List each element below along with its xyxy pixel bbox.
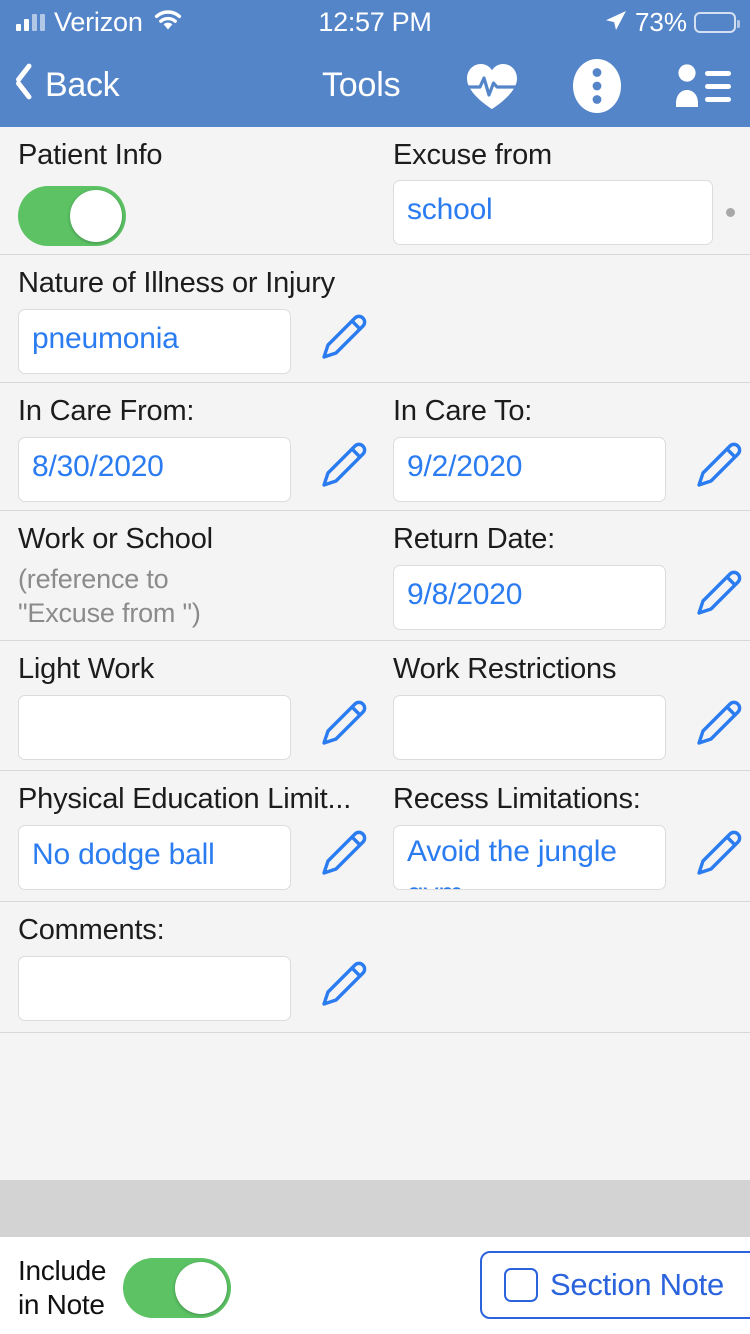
physical-education-label: Physical Education Limit...: [18, 783, 352, 815]
comments-label: Comments:: [18, 914, 165, 946]
excuse-form: Patient Info Excuse from school Nature o…: [0, 127, 750, 1040]
physical-education-edit-pencil-icon[interactable]: [311, 824, 373, 891]
nature-of-illness-label: Nature of Illness or Injury: [18, 267, 335, 299]
bottom-toolbar: Include in Note Section Note: [0, 1237, 750, 1334]
back-button[interactable]: Back: [14, 44, 120, 127]
excuse-from-group: Excuse from school: [393, 139, 735, 245]
in-care-from-label: In Care From:: [18, 395, 195, 427]
physical-education-value: No dodge ball: [32, 838, 215, 871]
more-options-icon[interactable]: [572, 58, 622, 114]
recess-limitations-input[interactable]: Avoid the jungle gym: [393, 825, 666, 890]
battery-icon: [694, 11, 740, 33]
comments-group: Comments:: [18, 914, 373, 1022]
include-in-note-label: Include in Note: [18, 1254, 107, 1322]
nature-of-illness-input[interactable]: pneumonia: [18, 309, 291, 374]
status-bar-right: 73%: [604, 6, 740, 38]
in-care-from-value: 8/30/2020: [32, 450, 164, 483]
bottom-gray-band: [0, 1180, 750, 1237]
return-date-value: 9/8/2020: [407, 578, 523, 611]
work-restrictions-label: Work Restrictions: [393, 653, 617, 685]
page-title: Tools: [322, 66, 401, 104]
excuse-from-indicator-dot: [726, 208, 735, 217]
return-date-edit-pencil-icon[interactable]: [686, 564, 748, 631]
excuse-from-input[interactable]: school: [393, 180, 713, 245]
in-care-from-group: In Care From: 8/30/2020: [18, 395, 373, 503]
section-note-button[interactable]: Section Note: [480, 1251, 750, 1319]
comments-input[interactable]: [18, 956, 291, 1021]
form-row-work-or-school: Work or School (reference to "Excuse fro…: [0, 511, 750, 641]
include-in-note-label-line1: Include: [18, 1255, 107, 1286]
chevron-left-icon: [14, 68, 36, 104]
work-or-school-sub-line1: (reference to: [18, 564, 169, 594]
light-work-input[interactable]: [18, 695, 291, 760]
back-button-label: Back: [45, 66, 120, 104]
nature-of-illness-value: pneumonia: [32, 322, 179, 355]
battery-percent-label: 73%: [634, 6, 687, 37]
toggle-knob: [70, 190, 122, 242]
physical-education-group: Physical Education Limit... No dodge bal…: [18, 783, 388, 891]
excuse-from-value: school: [407, 193, 493, 226]
in-care-from-edit-pencil-icon[interactable]: [311, 436, 373, 503]
in-care-to-label: In Care To:: [393, 395, 533, 427]
include-in-note-toggle[interactable]: [123, 1258, 232, 1318]
in-care-to-edit-pencil-icon[interactable]: [686, 436, 748, 503]
work-restrictions-edit-pencil-icon[interactable]: [686, 694, 748, 761]
in-care-to-group: In Care To: 9/2/2020: [393, 395, 748, 503]
recess-limitations-value: Avoid the jungle gym: [407, 835, 617, 889]
form-row-school-limits: Physical Education Limit... No dodge bal…: [0, 771, 750, 902]
work-or-school-label: Work or School: [18, 523, 213, 555]
in-care-from-input[interactable]: 8/30/2020: [18, 437, 291, 502]
comments-value: [19, 957, 45, 966]
navigation-bar: Back Tools: [0, 44, 750, 127]
form-row-patient-info: Patient Info Excuse from school: [0, 127, 750, 255]
light-work-group: Light Work: [18, 653, 373, 761]
heart-pulse-icon[interactable]: [464, 61, 520, 111]
work-restrictions-input[interactable]: [393, 695, 666, 760]
work-or-school-group: Work or School (reference to "Excuse fro…: [18, 523, 213, 630]
light-work-value: [19, 696, 45, 705]
return-date-input[interactable]: 9/8/2020: [393, 565, 666, 630]
excuse-from-label: Excuse from: [393, 139, 552, 171]
recess-limitations-label: Recess Limitations:: [393, 783, 641, 815]
patient-info-label: Patient Info: [18, 139, 163, 171]
status-bar: Verizon 12:57 PM 73%: [0, 0, 750, 44]
include-in-note-label-line2: in Note: [18, 1289, 105, 1320]
form-row-in-care-dates: In Care From: 8/30/2020 In Care To: 9/2/…: [0, 383, 750, 511]
comments-edit-pencil-icon[interactable]: [311, 955, 373, 1022]
recess-limitations-edit-pencil-icon[interactable]: [686, 824, 748, 891]
return-date-label: Return Date:: [393, 523, 556, 555]
physical-education-input[interactable]: No dodge ball: [18, 825, 291, 890]
recess-limitations-group: Recess Limitations: Avoid the jungle gym: [393, 783, 748, 891]
location-arrow-icon: [604, 8, 628, 37]
section-note-checkbox[interactable]: [504, 1268, 538, 1302]
light-work-edit-pencil-icon[interactable]: [311, 694, 373, 761]
form-row-comments: Comments:: [0, 902, 750, 1033]
toggle-knob: [175, 1262, 228, 1314]
nature-of-illness-edit-pencil-icon[interactable]: [311, 308, 373, 375]
include-in-note-group: Include in Note: [18, 1254, 232, 1322]
nav-bar-actions: [464, 44, 732, 127]
work-or-school-sub-line2: "Excuse from "): [18, 598, 201, 628]
patient-list-icon[interactable]: [674, 63, 732, 109]
form-row-work-limits: Light Work Work Restrictions: [0, 641, 750, 771]
section-note-button-label: Section Note: [550, 1267, 724, 1302]
patient-info-toggle[interactable]: [18, 186, 126, 246]
nature-of-illness-group: Nature of Illness or Injury pneumonia: [18, 267, 373, 375]
patient-info-group: Patient Info: [18, 139, 162, 246]
work-restrictions-value: [394, 696, 420, 705]
return-date-group: Return Date: 9/8/2020: [393, 523, 748, 631]
work-restrictions-group: Work Restrictions: [393, 653, 748, 761]
in-care-to-value: 9/2/2020: [407, 450, 523, 483]
light-work-label: Light Work: [18, 653, 155, 685]
in-care-to-input[interactable]: 9/2/2020: [393, 437, 666, 502]
form-row-nature-of-illness: Nature of Illness or Injury pneumonia: [0, 255, 750, 383]
